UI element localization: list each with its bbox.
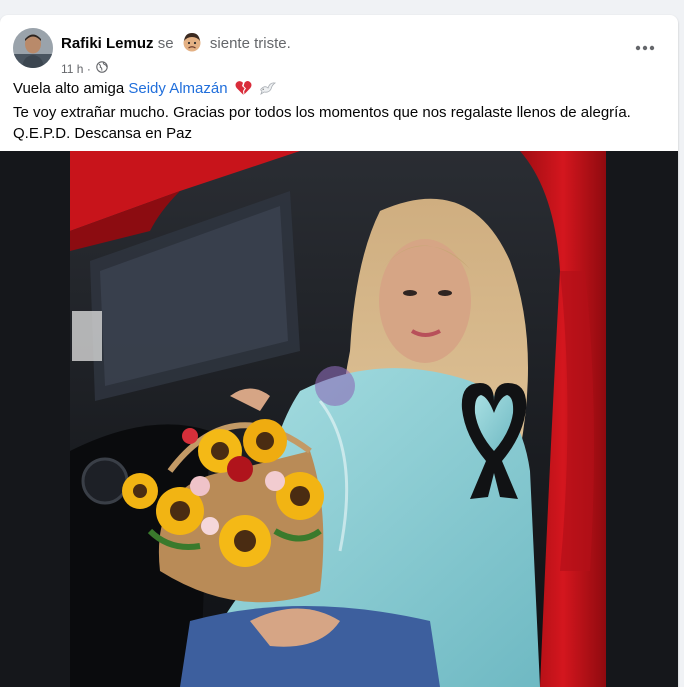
post-text-line-2: Te voy extrañar mucho. Gracias por todos… bbox=[13, 104, 631, 121]
post-card: Rafiki Lemuz se siente triste. 11 h · Vu… bbox=[0, 15, 678, 687]
meta-separator: · bbox=[86, 61, 91, 76]
more-options-button[interactable] bbox=[631, 34, 659, 62]
sad-face-emoji-icon bbox=[181, 31, 203, 59]
memorial-photo-image bbox=[0, 151, 678, 687]
author-line: Rafiki Lemuz se siente triste. bbox=[61, 31, 623, 59]
author-name[interactable]: Rafiki Lemuz bbox=[61, 35, 154, 52]
broken-heart-icon bbox=[235, 80, 252, 102]
dove-icon bbox=[259, 80, 277, 102]
post-text-line-1: Vuela alto amiga Seidy Almazán bbox=[13, 78, 663, 102]
avatar-photo bbox=[13, 28, 53, 68]
feeling-prefix: se bbox=[157, 35, 174, 52]
post-timestamp[interactable]: 11 h bbox=[61, 62, 83, 76]
globe-icon[interactable] bbox=[96, 61, 108, 77]
more-horizontal-icon bbox=[635, 45, 655, 51]
post-text-line-3: Q.E.P.D. Descansa en Paz bbox=[13, 125, 192, 142]
mention-link[interactable]: Seidy Almazán bbox=[128, 80, 227, 97]
post-meta: 11 h · bbox=[61, 60, 623, 77]
post-header: Rafiki Lemuz se siente triste. 11 h · bbox=[13, 28, 663, 76]
post-photo[interactable] bbox=[0, 151, 678, 687]
feeling-text[interactable]: siente triste. bbox=[210, 35, 291, 52]
post-message: Vuela alto amiga Seidy Almazán Te voy ex… bbox=[13, 78, 663, 144]
header-text: Rafiki Lemuz se siente triste. 11 h · bbox=[61, 31, 623, 77]
author-avatar[interactable] bbox=[13, 28, 53, 68]
post-text-intro: Vuela alto amiga bbox=[13, 80, 129, 97]
